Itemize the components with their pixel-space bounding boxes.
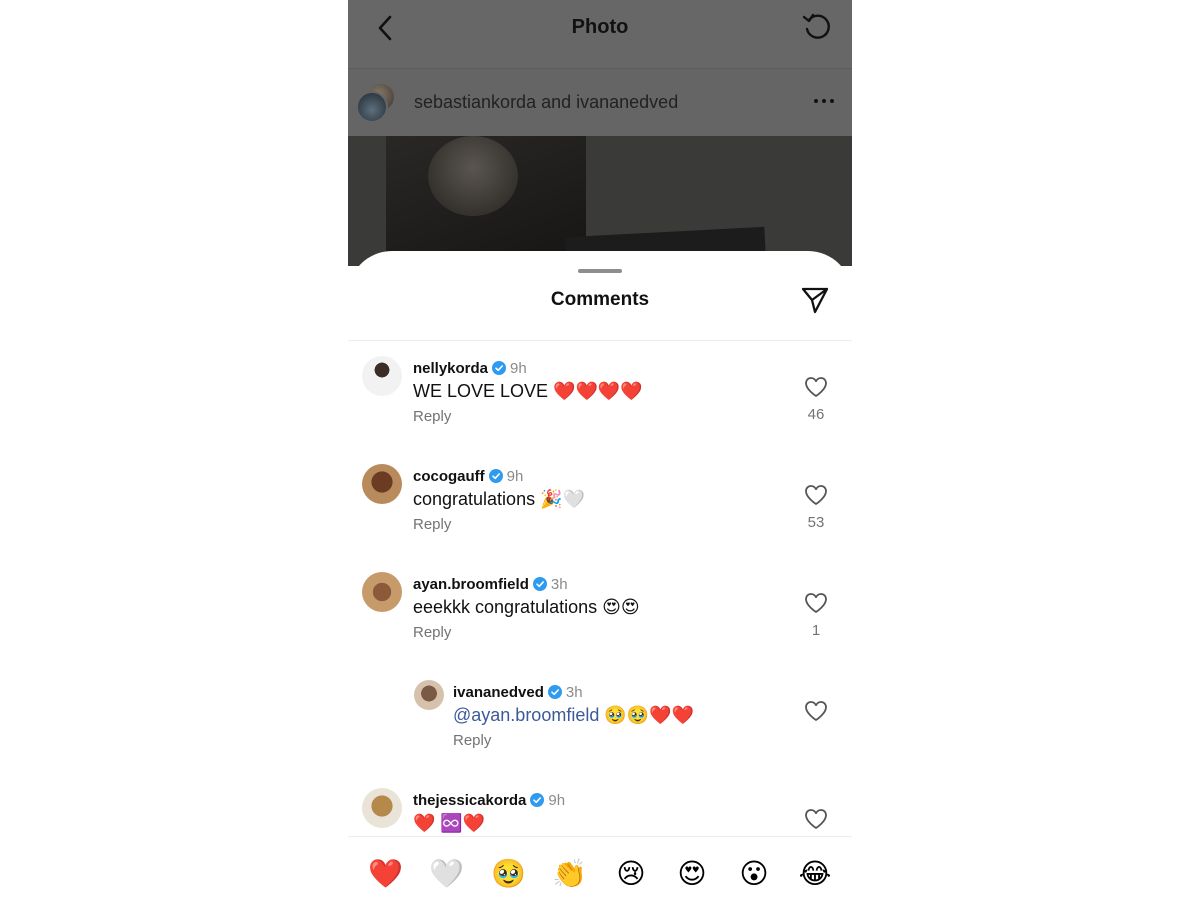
- comment-time: 9h: [506, 467, 524, 485]
- like-control: 1: [802, 592, 830, 639]
- comment-body: cocogauff 9h congratulations 🎉🤍 Reply: [413, 466, 585, 534]
- heart-outline-icon[interactable]: [804, 700, 828, 722]
- verified-badge-icon: [532, 577, 547, 591]
- comment-time: 3h: [565, 683, 583, 701]
- like-control: [802, 700, 830, 722]
- comment-body: nellykorda 9h WE LOVE LOVE ❤️❤️❤️❤️ Repl…: [413, 358, 643, 426]
- photo-face: [428, 136, 518, 216]
- reaction-emoji-white-heart[interactable]: 🤍: [429, 857, 464, 891]
- heart-outline-icon[interactable]: [804, 592, 828, 614]
- reaction-emoji-laugh[interactable]: 😂: [798, 857, 832, 891]
- comment-text: congratulations 🎉🤍: [413, 489, 585, 509]
- reply-button[interactable]: Reply: [413, 516, 585, 533]
- comment-text: @ayan.broomfield 🥹🥹❤️❤️: [453, 705, 694, 726]
- comment-username[interactable]: ivananedved: [453, 684, 544, 701]
- comment-item: cocogauff 9h congratulations 🎉🤍 Reply 53: [348, 464, 852, 564]
- comments-title: Comments: [550, 289, 650, 310]
- comment-username[interactable]: thejessicakorda: [413, 792, 526, 809]
- comment-username[interactable]: nellykorda: [413, 360, 488, 377]
- reaction-emoji-pleading[interactable]: 🥹: [491, 857, 526, 891]
- phone-screen: Photo sebastiankorda and ivananedved Com…: [348, 0, 852, 900]
- verified-badge-icon: [547, 685, 562, 699]
- comment-body: thejessicakorda 9h ❤️ ♾️❤️: [413, 790, 565, 834]
- comment-username[interactable]: cocogauff: [413, 468, 485, 485]
- reaction-emoji-heart-eyes[interactable]: 😍: [675, 857, 709, 891]
- comment-body: ayan.broomfield 3h eeekkk congratulation…: [413, 574, 640, 642]
- like-control: 46: [802, 376, 830, 423]
- refresh-icon[interactable]: [800, 10, 834, 44]
- emoji-reaction-bar: ❤️ 🤍 🥹 👏 😢 😍 😮 😂: [348, 836, 852, 900]
- comment-item: nellykorda 9h WE LOVE LOVE ❤️❤️❤️❤️ Repl…: [348, 356, 852, 456]
- comment-time: 3h: [550, 575, 568, 593]
- comment-username[interactable]: ayan.broomfield: [413, 576, 529, 593]
- comment-text: WE LOVE LOVE ❤️❤️❤️❤️: [413, 381, 643, 401]
- avatar[interactable]: [362, 464, 402, 504]
- reaction-emoji-surprised[interactable]: 😮: [737, 857, 771, 891]
- reaction-emoji-heart[interactable]: ❤️: [368, 857, 403, 891]
- verified-badge-icon: [488, 469, 503, 483]
- comment-item: thejessicakorda 9h ❤️ ♾️❤️: [348, 788, 852, 836]
- like-count: 53: [807, 514, 825, 531]
- avatar[interactable]: [362, 356, 402, 396]
- verified-badge-icon: [530, 793, 545, 807]
- heart-outline-icon[interactable]: [804, 808, 828, 830]
- page-title: Photo: [571, 16, 629, 38]
- comment-time: 9h: [510, 359, 527, 377]
- verified-badge-icon: [492, 361, 507, 375]
- heart-outline-icon[interactable]: [804, 484, 828, 506]
- post-author-bar: sebastiankorda and ivananedved: [348, 68, 852, 136]
- like-control: [802, 808, 830, 830]
- like-count: 46: [807, 406, 825, 423]
- avatar[interactable]: [362, 572, 402, 612]
- more-horizontal-icon[interactable]: [810, 87, 838, 115]
- divider: [348, 340, 852, 341]
- paper-plane-icon[interactable]: [800, 285, 830, 315]
- comment-reply-item: ivananedved 3h @ayan.broomfield 🥹🥹❤️❤️ R…: [348, 680, 852, 780]
- top-navigation-bar: Photo: [348, 0, 852, 68]
- heart-outline-icon[interactable]: [804, 376, 828, 398]
- reaction-emoji-cry[interactable]: 😢: [614, 857, 648, 891]
- reply-button[interactable]: Reply: [413, 624, 640, 641]
- like-control: 53: [802, 484, 830, 531]
- mention-link[interactable]: @ayan.broomfield: [453, 705, 599, 725]
- avatar[interactable]: [362, 788, 402, 828]
- author-avatar-primary[interactable]: [356, 91, 388, 123]
- reply-button[interactable]: Reply: [453, 732, 694, 749]
- comment-text: ❤️ ♾️❤️: [413, 813, 486, 833]
- post-authors[interactable]: sebastiankorda and ivananedved: [414, 92, 678, 113]
- comment-text: eeekkk congratulations 😍😍: [413, 597, 640, 617]
- sheet-drag-handle[interactable]: [578, 269, 622, 273]
- avatar[interactable]: [414, 680, 444, 710]
- comment-body: ivananedved 3h @ayan.broomfield 🥹🥹❤️❤️ R…: [453, 682, 694, 750]
- reply-button[interactable]: Reply: [413, 408, 643, 425]
- comment-text-body: 🥹🥹❤️❤️: [599, 705, 695, 725]
- comment-item: ayan.broomfield 3h eeekkk congratulation…: [348, 572, 852, 672]
- comment-time: 9h: [548, 791, 566, 809]
- like-count: 1: [811, 622, 821, 639]
- reaction-emoji-clap[interactable]: 👏: [552, 857, 587, 891]
- post-photo: [348, 136, 852, 266]
